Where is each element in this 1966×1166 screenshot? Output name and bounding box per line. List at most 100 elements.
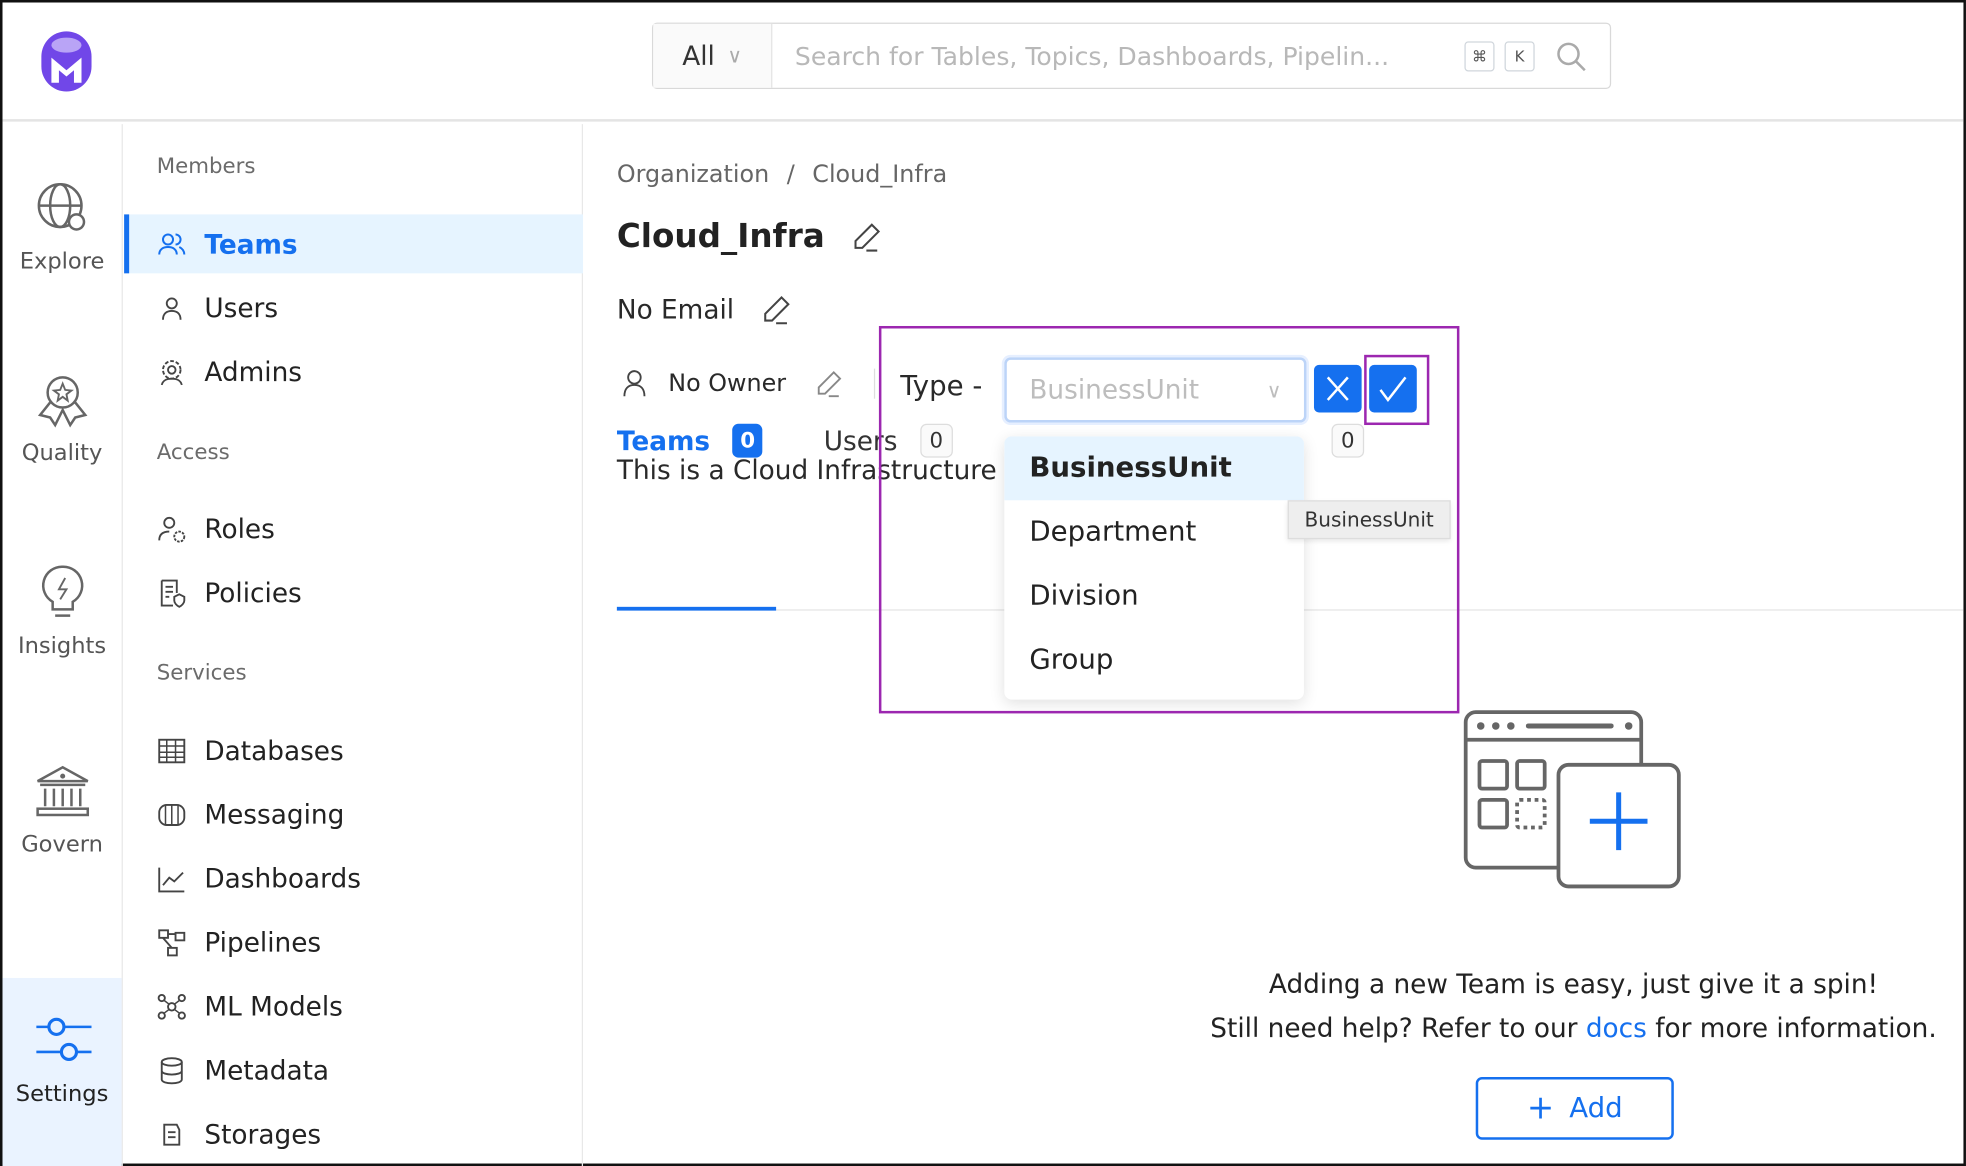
sidebar-item-admins[interactable]: Admins	[124, 342, 583, 401]
owner-value[interactable]: No Owner	[668, 370, 786, 398]
user-icon	[162, 296, 182, 320]
sidebar-item-label: Dashboards	[204, 863, 361, 894]
rail-label: Quality	[21, 440, 103, 467]
sliders-icon	[35, 1017, 91, 1062]
edit-title-icon[interactable]	[850, 221, 883, 254]
sidebar-item-roles[interactable]: Roles	[124, 499, 583, 558]
edit-email-icon[interactable]	[759, 293, 792, 326]
sidebar-item-pipelines[interactable]: Pipelines	[124, 913, 583, 972]
sidebar-item-databases[interactable]: Databases	[124, 721, 583, 780]
section-access: Access	[156, 440, 230, 466]
edit-owner-icon[interactable]	[814, 369, 844, 399]
rail-explore[interactable]: Explore	[3, 181, 122, 275]
close-icon	[1326, 376, 1349, 401]
owner-icon	[623, 370, 646, 397]
sidebar-item-policies[interactable]: Policies	[124, 563, 583, 622]
tab-teams[interactable]: Teams 0	[616, 423, 763, 458]
storage-icon	[163, 1123, 181, 1146]
sidebar-item-messaging[interactable]: Messaging	[124, 785, 583, 844]
lightbulb-icon	[41, 565, 83, 617]
rail-label: Explore	[19, 248, 105, 275]
table-icon	[158, 738, 186, 763]
tab-count: 0	[920, 423, 953, 458]
sidebar-item-ml-models[interactable]: ML Models	[124, 977, 583, 1036]
tab-count: 0	[1331, 423, 1365, 458]
sidebar-item-label: Pipelines	[204, 927, 322, 958]
empty-state-text: Adding a new Team is easy, just give it …	[1181, 963, 1966, 1051]
sidebar-item-dashboards[interactable]: Dashboards	[124, 849, 583, 908]
page-title: Cloud_Infra	[616, 218, 825, 256]
sidebar-item-label: Storages	[204, 1119, 322, 1150]
rail-quality[interactable]: Quality	[3, 372, 122, 466]
plus-icon: +	[1526, 1089, 1555, 1128]
sidebar-item-storages[interactable]: Storages	[124, 1105, 583, 1164]
openmetadata-logo[interactable]	[40, 30, 93, 93]
teams-icon	[158, 232, 186, 254]
scope-value: All	[682, 40, 715, 71]
sidebar-item-label: Messaging	[204, 799, 345, 830]
save-button[interactable]	[1369, 364, 1417, 413]
empty-line-2: Still need help? Refer to our docs for m…	[1181, 1007, 1966, 1051]
admin-icon	[160, 359, 183, 385]
select-value: BusinessUnit	[1029, 374, 1200, 405]
rail-label: Insights	[17, 633, 107, 660]
breadcrumb-current: Cloud_Infra	[812, 160, 948, 189]
option-division[interactable]: Division	[1004, 564, 1304, 628]
tab-label: Teams	[616, 425, 711, 456]
option-department[interactable]: Department	[1004, 500, 1304, 564]
globe-search-icon	[36, 183, 85, 231]
messaging-icon	[158, 803, 186, 826]
docs-link[interactable]: docs	[1586, 1013, 1647, 1043]
option-group[interactable]: Group	[1004, 628, 1304, 692]
sidebar-item-label: Metadata	[204, 1055, 330, 1086]
add-team-button[interactable]: + Add	[1475, 1077, 1674, 1140]
sidebar-item-label: Databases	[204, 735, 344, 766]
sidebar-item-label: Admins	[204, 356, 303, 387]
search-icon[interactable]	[1555, 39, 1588, 72]
ml-model-icon	[157, 993, 186, 1020]
top-header: All ∨ Search for Tables, Topics, Dashboar…	[2, 3, 1964, 122]
k-key: K	[1504, 40, 1535, 71]
sidebar-item-label: Policies	[204, 577, 302, 608]
cancel-button[interactable]	[1313, 364, 1362, 413]
rail-insights[interactable]: Insights	[3, 563, 122, 660]
owner-row: No Owner	[622, 368, 876, 399]
rail-govern[interactable]: Govern	[3, 764, 122, 858]
sidebar-item-users[interactable]: Users	[124, 278, 583, 337]
sidebar-item-label: Users	[204, 292, 279, 323]
sidebar-item-metadata[interactable]: Metadata	[124, 1041, 583, 1100]
chart-line-icon	[158, 867, 185, 892]
option-business-unit[interactable]: BusinessUnit	[1004, 436, 1304, 501]
tooltip: BusinessUnit	[1287, 500, 1451, 540]
metadata-icon	[160, 1056, 183, 1084]
empty-text: Still need help? Refer to our	[1210, 1013, 1586, 1044]
section-members: Members	[156, 154, 256, 180]
chevron-down-icon: ∨	[727, 43, 743, 68]
rail-settings[interactable]: Settings	[2, 977, 122, 1166]
sidebar-item-label: Teams	[204, 228, 298, 259]
tab-count: 0	[732, 423, 763, 458]
breadcrumb-organization[interactable]: Organization	[617, 160, 769, 188]
team-type-select[interactable]: BusinessUnit ∨	[1004, 357, 1307, 423]
search-scope-select[interactable]: All ∨	[653, 23, 773, 88]
sidebar-item-teams[interactable]: Teams	[124, 214, 584, 274]
empty-line-1: Adding a new Team is easy, just give it …	[1268, 969, 1879, 1000]
tab-label: Users	[823, 425, 898, 456]
rail-label: Settings	[15, 1080, 109, 1108]
nav-rail: Explore Quality Insights Govern Settings	[2, 124, 123, 1166]
rail-label: Govern	[21, 831, 103, 858]
search-input[interactable]: Search for Tables, Topics, Dashboards, P…	[772, 41, 1464, 71]
settings-sidebar: Members Teams Users Admins Access Roles …	[124, 124, 584, 1166]
type-label: Type -	[900, 371, 983, 403]
check-icon	[1379, 376, 1407, 403]
breadcrumb-separator: /	[786, 160, 795, 189]
tab-third[interactable]: 0	[1309, 423, 1365, 458]
pipeline-icon	[158, 928, 186, 956]
add-label: Add	[1569, 1092, 1623, 1125]
team-description: This is a Cloud Infrastructure	[616, 455, 997, 486]
cmd-key: ⌘	[1464, 40, 1495, 71]
email-row: No Email	[617, 293, 792, 326]
breadcrumb: Organization / Cloud_Infra	[617, 160, 947, 188]
tab-users[interactable]: Users 0	[823, 423, 953, 458]
sidebar-item-label: ML Models	[204, 991, 343, 1022]
